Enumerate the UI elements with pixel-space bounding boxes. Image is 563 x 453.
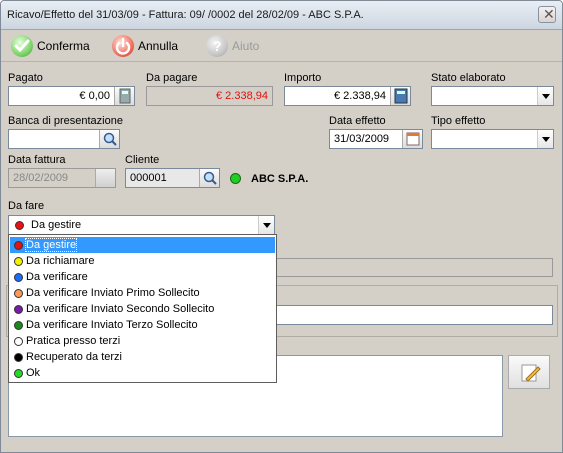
white-circle-icon (14, 336, 23, 346)
data-effetto-label: Data effetto (329, 115, 386, 127)
pencil-icon (521, 364, 541, 382)
da-pagare-field: € 2.338,94 (146, 86, 273, 106)
dialog-window: Ricavo/Effetto del 31/03/09 - Fattura: 0… (0, 0, 563, 453)
tipo-effetto-label: Tipo effetto (431, 115, 486, 127)
check-icon (11, 35, 33, 57)
list-item[interactable]: Pratica presso terzi (10, 333, 275, 349)
chevron-down-icon[interactable] (537, 130, 553, 148)
list-item[interactable]: Da verificare Inviato Secondo Sollecito (10, 301, 275, 317)
pagato-value: € 0,00 (79, 90, 110, 102)
blue-circle-icon (14, 272, 23, 282)
banca-label: Banca di presentazione (8, 115, 123, 127)
importo-field[interactable]: € 2.338,94 (284, 86, 411, 106)
stato-label: Stato elaborato (431, 72, 506, 84)
red-circle-icon (15, 221, 24, 230)
list-item[interactable]: Da gestire (10, 237, 275, 253)
black-circle-icon (14, 352, 23, 362)
data-fattura-label: Data fattura (8, 154, 66, 166)
list-item[interactable]: Ok (10, 365, 275, 381)
data-effetto-value: 31/03/2009 (334, 133, 390, 145)
title-bar: Ricavo/Effetto del 31/03/09 - Fattura: 0… (1, 1, 562, 30)
cancel-button[interactable]: Annulla (112, 33, 178, 59)
yellow-circle-icon (14, 256, 23, 266)
pagato-label: Pagato (8, 72, 43, 84)
close-button[interactable]: ✕ (538, 6, 556, 23)
list-item[interactable]: Recuperato da terzi (10, 349, 275, 365)
chevron-down-icon[interactable] (258, 216, 274, 234)
banca-field[interactable] (8, 129, 120, 149)
da-pagare-label: Da pagare (146, 72, 198, 84)
purple-circle-icon (14, 304, 23, 314)
calculator-icon[interactable] (390, 87, 410, 105)
window-title: Ricavo/Effetto del 31/03/09 - Fattura: 0… (7, 9, 364, 21)
cliente-name: ABC S.P.A. (251, 173, 309, 185)
list-item[interactable]: Da verificare Inviato Terzo Sollecito (10, 317, 275, 333)
list-item[interactable]: Da verificare Inviato Primo Sollecito (10, 285, 275, 301)
stato-select[interactable] (431, 86, 554, 106)
importo-value: € 2.338,94 (334, 90, 386, 102)
cliente-field[interactable]: 000001 (125, 168, 220, 188)
confirm-label: Conferma (37, 39, 90, 53)
da-fare-select[interactable]: Da gestire (8, 215, 275, 235)
da-pagare-value: € 2.338,94 (216, 90, 268, 102)
da-fare-value: Da gestire (31, 219, 82, 231)
confirm-button[interactable]: Conferma (11, 33, 90, 59)
power-icon (112, 35, 134, 57)
note-field[interactable] (271, 305, 553, 325)
calculator-icon[interactable] (114, 87, 134, 105)
calendar-icon[interactable] (402, 130, 422, 148)
green-circle-icon (14, 320, 23, 330)
data-fattura-field: 28/02/2009 (8, 168, 116, 188)
da-fare-label: Da fare (8, 200, 45, 212)
edit-button[interactable] (508, 355, 550, 389)
cliente-label: Cliente (125, 154, 160, 166)
cliente-value: 000001 (130, 172, 167, 184)
info-bar (271, 258, 553, 277)
chevron-down-icon[interactable] (537, 87, 553, 105)
da-fare-dropdown-list[interactable]: Da gestire Da richiamare Da verificare D… (8, 234, 277, 383)
pagato-field[interactable]: € 0,00 (8, 86, 135, 106)
importo-label: Importo (284, 72, 322, 84)
search-icon[interactable] (199, 169, 219, 187)
help-icon: ? (206, 35, 228, 57)
data-effetto-field[interactable]: 31/03/2009 (329, 129, 423, 149)
search-icon[interactable] (99, 130, 119, 148)
data-fattura-value: 28/02/2009 (13, 172, 69, 184)
lime-circle-icon (14, 368, 23, 378)
calendar-icon (95, 169, 115, 187)
orange-circle-icon (14, 288, 23, 298)
cancel-label: Annulla (138, 39, 179, 53)
close-icon: ✕ (543, 6, 555, 22)
help-button[interactable]: ? Aiuto (206, 33, 259, 59)
list-item[interactable]: Da verificare (10, 269, 275, 285)
toolbar: Conferma Annulla ? Aiuto (1, 30, 562, 62)
list-item[interactable]: Da richiamare (10, 253, 275, 269)
red-circle-icon (14, 240, 23, 250)
tipo-effetto-select[interactable] (431, 129, 554, 149)
cliente-status-icon (230, 173, 241, 184)
help-label: Aiuto (232, 39, 260, 53)
